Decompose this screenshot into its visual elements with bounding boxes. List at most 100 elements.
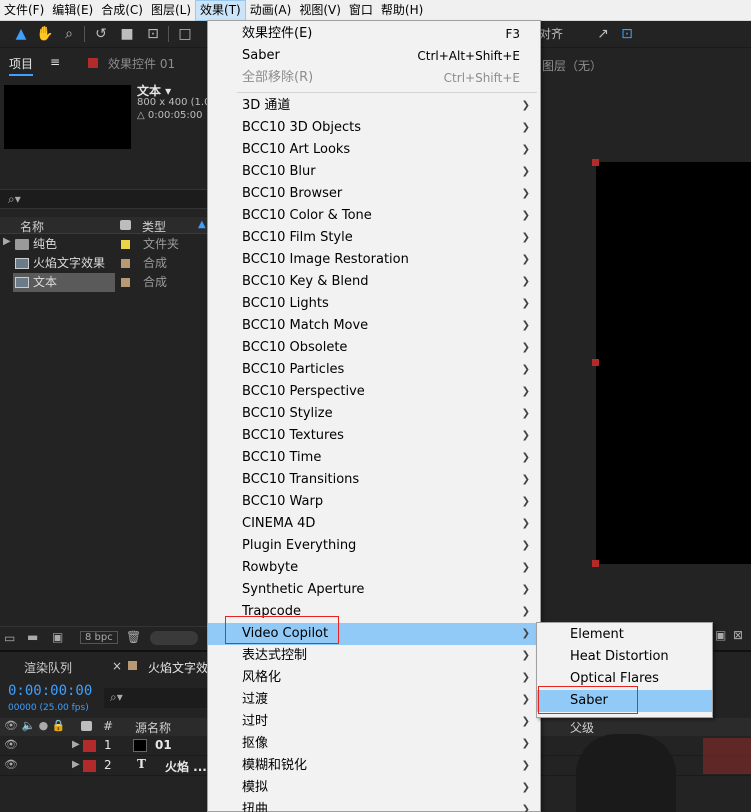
submenu-arrow-icon: ❯ bbox=[521, 562, 530, 573]
expand-arrow-icon[interactable]: ▶ bbox=[72, 759, 80, 770]
sort-arrow-icon[interactable]: ▲ bbox=[198, 219, 206, 230]
new-folder-icon[interactable]: ▬ bbox=[27, 630, 38, 644]
effects-menu-item[interactable]: CINEMA 4D ❯ bbox=[208, 513, 540, 535]
effects-menu-item[interactable]: BCC10 Perspective ❯ bbox=[208, 381, 540, 403]
menu-window[interactable]: 窗口 bbox=[345, 0, 377, 21]
effects-menu-item[interactable]: Synthetic Aperture ❯ bbox=[208, 579, 540, 601]
timeline-search[interactable]: ⌕▾ bbox=[104, 688, 208, 708]
effects-menu-item[interactable]: BCC10 Obsolete ❯ bbox=[208, 337, 540, 359]
expand-arrow-icon[interactable]: ▶ bbox=[3, 236, 11, 247]
tab-effects-controls[interactable]: 效果控件 01 bbox=[108, 55, 175, 72]
thumbnail-scroll[interactable] bbox=[150, 631, 198, 645]
effects-menu-item[interactable]: BCC10 Transitions ❯ bbox=[208, 469, 540, 491]
effects-menu-item[interactable]: Saber Ctrl+Alt+Shift+E bbox=[208, 45, 540, 67]
col-type[interactable]: 类型 bbox=[142, 218, 166, 235]
viewer-option-icon[interactable]: ▣ bbox=[715, 628, 726, 642]
label-swatch[interactable] bbox=[121, 278, 130, 287]
layer-handle[interactable] bbox=[592, 560, 599, 567]
effects-menu-item[interactable]: 模糊和锐化 ❯ bbox=[208, 755, 540, 777]
menu-effect[interactable]: 效果(T) bbox=[195, 0, 246, 21]
col-name[interactable]: 名称 bbox=[20, 218, 44, 235]
rotate-tool-icon[interactable]: ↺ bbox=[92, 25, 110, 43]
eye-icon[interactable]: 👁 bbox=[4, 758, 18, 771]
effects-menu-item[interactable]: BCC10 Film Style ❯ bbox=[208, 227, 540, 249]
layer-duration-bar[interactable] bbox=[703, 738, 751, 774]
new-composition-icon[interactable]: ▣ bbox=[52, 630, 63, 644]
tab-render-queue[interactable]: 渲染队列 bbox=[24, 659, 72, 676]
label-swatch[interactable] bbox=[83, 760, 96, 772]
project-item-name: 火焰文字效果 bbox=[13, 254, 115, 273]
menu-item-label: BCC10 Stylize bbox=[242, 406, 333, 421]
layer-handle[interactable] bbox=[592, 159, 599, 166]
eye-icon[interactable]: 👁 bbox=[4, 738, 18, 751]
label-column-icon[interactable] bbox=[120, 220, 131, 230]
effects-menu-item[interactable]: BCC10 Warp ❯ bbox=[208, 491, 540, 513]
bpc-button[interactable]: 8 bpc bbox=[80, 631, 118, 644]
menu-help[interactable]: 帮助(H) bbox=[377, 0, 427, 21]
label-swatch[interactable] bbox=[121, 259, 130, 268]
menu-file[interactable]: 文件(F) bbox=[0, 0, 48, 21]
effects-menu-item[interactable]: BCC10 Lights ❯ bbox=[208, 293, 540, 315]
camera-tool-icon[interactable]: ■ bbox=[118, 25, 136, 43]
effects-menu-item[interactable]: 抠像 ❯ bbox=[208, 733, 540, 755]
effects-menu-item[interactable]: BCC10 Key & Blend ❯ bbox=[208, 271, 540, 293]
snap-icon[interactable]: ⊡ bbox=[618, 25, 636, 43]
layer-handle[interactable] bbox=[592, 359, 599, 366]
composition-canvas[interactable] bbox=[596, 162, 751, 564]
rectangle-tool-icon[interactable]: □ bbox=[176, 25, 194, 43]
current-timecode[interactable]: 0:00:00:00 bbox=[8, 683, 92, 699]
effects-menu-item[interactable]: BCC10 Stylize ❯ bbox=[208, 403, 540, 425]
effects-menu-item[interactable]: 风格化 ❯ bbox=[208, 667, 540, 689]
zoom-tool-icon[interactable]: ⌕ bbox=[60, 25, 78, 43]
menu-layer[interactable]: 图层(L) bbox=[147, 0, 195, 21]
effects-menu-item[interactable]: BCC10 Browser ❯ bbox=[208, 183, 540, 205]
submenu-item[interactable]: Element bbox=[537, 624, 712, 646]
hand-tool-icon[interactable]: ✋ bbox=[36, 25, 54, 43]
menu-animation[interactable]: 动画(A) bbox=[246, 0, 296, 21]
menu-composition[interactable]: 合成(C) bbox=[97, 0, 147, 21]
project-search[interactable]: ⌕▾ bbox=[0, 189, 208, 209]
project-row-selected[interactable]: 文本 合成 bbox=[0, 273, 208, 292]
effects-menu-item[interactable]: BCC10 Time ❯ bbox=[208, 447, 540, 469]
transparency-grid-icon[interactable]: ⊠ bbox=[733, 628, 743, 642]
effects-menu-item[interactable]: BCC10 3D Objects ❯ bbox=[208, 117, 540, 139]
submenu-item[interactable]: Heat Distortion bbox=[537, 646, 712, 668]
effects-menu-item: 全部移除(R) Ctrl+Shift+E bbox=[208, 67, 540, 89]
effects-menu-item[interactable]: BCC10 Match Move ❯ bbox=[208, 315, 540, 337]
effects-menu-item[interactable]: 过渡 ❯ bbox=[208, 689, 540, 711]
pan-behind-tool-icon[interactable]: ⊡ bbox=[144, 25, 162, 43]
effects-menu-item[interactable]: 3D 通道 ❯ bbox=[208, 95, 540, 117]
col-source-name: 源名称 bbox=[135, 721, 172, 735]
tab-composition[interactable]: 火焰文字效 bbox=[148, 659, 208, 676]
trash-icon[interactable]: 🗑 bbox=[126, 630, 141, 644]
menu-edit[interactable]: 编辑(E) bbox=[48, 0, 97, 21]
effects-menu-item[interactable]: BCC10 Blur ❯ bbox=[208, 161, 540, 183]
label-swatch[interactable] bbox=[83, 740, 96, 752]
label-column-icon[interactable] bbox=[81, 721, 92, 731]
effects-menu-item[interactable]: BCC10 Image Restoration ❯ bbox=[208, 249, 540, 271]
effects-menu-item[interactable]: 模拟 ❯ bbox=[208, 777, 540, 799]
menu-item-label: BCC10 Blur bbox=[242, 164, 316, 179]
effects-menu-item[interactable]: BCC10 Textures ❯ bbox=[208, 425, 540, 447]
effects-menu-item[interactable]: BCC10 Art Looks ❯ bbox=[208, 139, 540, 161]
close-icon[interactable]: × bbox=[112, 659, 122, 673]
expand-icon[interactable]: ↗ bbox=[594, 25, 612, 43]
expand-arrow-icon[interactable]: ▶ bbox=[72, 739, 80, 750]
effects-menu-item[interactable]: 表达式控制 ❯ bbox=[208, 645, 540, 667]
effects-menu-item[interactable]: 过时 ❯ bbox=[208, 711, 540, 733]
effects-menu-item[interactable]: BCC10 Particles ❯ bbox=[208, 359, 540, 381]
effects-menu-item[interactable]: BCC10 Color & Tone ❯ bbox=[208, 205, 540, 227]
project-row[interactable]: ▶ 纯色 文件夹 bbox=[0, 235, 208, 254]
menu-view[interactable]: 视图(V) bbox=[295, 0, 345, 21]
effects-menu-item[interactable]: Rowbyte ❯ bbox=[208, 557, 540, 579]
interpret-footage-icon[interactable]: ▭ bbox=[4, 631, 15, 645]
label-swatch[interactable] bbox=[121, 240, 130, 249]
selection-tool-icon[interactable]: ▲ bbox=[12, 25, 30, 43]
effects-menu-item[interactable]: 扭曲 ❯ bbox=[208, 799, 540, 812]
project-row[interactable]: 火焰文字效果 合成 bbox=[0, 254, 208, 273]
effects-menu-item[interactable]: Plugin Everything ❯ bbox=[208, 535, 540, 557]
panel-menu-icon[interactable]: ≡ bbox=[50, 55, 60, 69]
tab-project[interactable]: 项目 bbox=[9, 55, 34, 76]
effects-menu-item[interactable]: 效果控件(E) F3 bbox=[208, 23, 540, 45]
submenu-arrow-icon: ❯ bbox=[521, 540, 530, 551]
